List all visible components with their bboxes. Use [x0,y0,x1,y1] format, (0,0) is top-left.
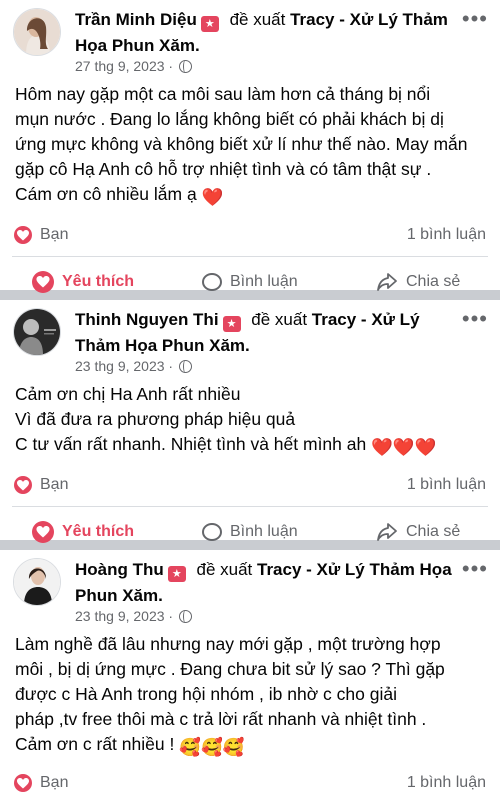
heart-icon[interactable] [14,774,32,792]
comment-label: Bình luận [230,523,298,540]
reaction-bar: Bạn 1 bình luận [0,764,500,804]
post-meta: 23 thg 9, 2023 · [75,358,192,374]
comment-button[interactable]: Bình luận [202,269,298,295]
post-header-text: Thinh Nguyen Thi ★ đề xuất Tracy - Xử Lý … [75,307,452,359]
post-line: gặp cô Hạ Anh cô hỗ trợ nhiệt tình và có… [15,159,432,179]
post-header: Trần Minh Diệu ★ đề xuất Tracy - Xử Lý Th… [0,0,500,82]
author-name[interactable]: Thinh Nguyen Thi [75,310,219,329]
recommend-star-icon: ★ [222,316,241,332]
post-line: mụn nước . Đang lo lắng không biết có ph… [15,109,444,129]
post-date[interactable]: 23 thg 9, 2023 [75,608,165,624]
comment-button[interactable]: Bình luận [202,519,298,545]
meta-separator: · [168,608,174,624]
review-post: Trần Minh Diệu ★ đề xuất Tracy - Xử Lý Th… [0,0,500,293]
comment-label: Bình luận [230,273,298,290]
post-body: Làm nghề đã lâu nhưng nay mới gặp , một … [0,632,500,760]
share-arrow-icon [377,523,397,541]
heart-emoji: ❤️❤️❤️ [371,437,437,457]
post-line-last: Cám ơn cô nhiều lắm ạ ❤️ [15,182,486,210]
share-arrow-icon [377,273,397,291]
post-header-text: Hoàng Thu ★ đề xuất Tracy - Xử Lý Thảm Họ… [75,557,452,609]
post-line: được c Hà Anh trong hội nhóm , ib nhờ c … [15,684,397,704]
like-button[interactable]: Yêu thích [32,269,134,295]
more-icon[interactable]: ••• [462,308,488,330]
avatar[interactable] [13,8,61,56]
heart-icon[interactable] [14,476,32,494]
post-header-text: Trần Minh Diệu ★ đề xuất Tracy - Xử Lý Th… [75,7,452,59]
review-post: Thinh Nguyen Thi ★ đề xuất Tracy - Xử Lý … [0,300,500,543]
review-post: Hoàng Thu ★ đề xuất Tracy - Xử Lý Thảm Họ… [0,550,500,800]
post-line: Cảm ơn chị Ha Anh rất nhiều [15,384,241,404]
avatar[interactable] [13,308,61,356]
post-line: Hôm nay gặp một ca môi sau làm hơn cả th… [15,84,431,104]
comment-bubble-icon [202,273,222,291]
recommend-text: đề xuất [251,310,308,329]
comment-bubble-icon [202,523,222,541]
author-name[interactable]: Trần Minh Diệu [75,10,197,29]
share-button[interactable]: Chia sẻ [376,519,460,545]
meta-separator: · [168,358,174,374]
smiling-face-with-hearts-emoji: 🥰🥰🥰 [179,737,245,757]
recommend-star-icon: ★ [167,566,186,582]
share-label: Chia sẻ [406,273,461,290]
post-meta: 27 thg 9, 2023 · [75,58,192,74]
post-body: Cảm ơn chị Ha Anh rất nhiều Vì đã đưa ra… [0,382,500,460]
comment-count[interactable]: 1 bình luận [407,226,486,244]
post-line: pháp ,tv free thôi mà c trả lời rất nhan… [15,709,427,729]
share-button[interactable]: Chia sẻ [376,269,460,295]
reaction-bar: Bạn 1 bình luận [0,216,500,256]
post-header: Hoàng Thu ★ đề xuất Tracy - Xử Lý Thảm Họ… [0,550,500,632]
heart-emoji: ❤️ [201,187,224,207]
recommend-star-icon: ★ [200,16,219,32]
like-button[interactable]: Yêu thích [32,519,134,545]
comment-count[interactable]: 1 bình luận [407,476,486,494]
share-label: Chia sẻ [406,523,461,540]
like-label: Yêu thích [62,273,135,290]
post-line: Cám ơn cô nhiều lắm ạ [15,184,197,204]
heart-icon [32,521,54,543]
recommend-text: đề xuất [229,10,286,29]
post-line: Cảm ơn c rất nhiều ! [15,734,175,754]
author-name[interactable]: Hoàng Thu [75,560,164,579]
post-date[interactable]: 23 thg 9, 2023 [75,358,165,374]
reaction-label[interactable]: Bạn [40,476,68,494]
more-icon[interactable]: ••• [462,558,488,580]
globe-icon [178,610,192,623]
post-line: ứng mực không và không biết xử lí như th… [15,134,468,154]
heart-icon [32,271,54,293]
reaction-bar: Bạn 1 bình luận [0,466,500,506]
reaction-label[interactable]: Bạn [40,774,68,792]
post-line-last: Cảm ơn c rất nhiều ! 🥰🥰🥰 [15,732,486,760]
post-meta: 23 thg 9, 2023 · [75,608,192,624]
comment-count[interactable]: 1 bình luận [407,774,486,792]
like-label: Yêu thích [62,523,135,540]
post-header: Thinh Nguyen Thi ★ đề xuất Tracy - Xử Lý … [0,300,500,382]
recommend-text: đề xuất [196,560,253,579]
globe-icon [178,60,192,73]
post-line: môi , bị dị ứng mực . Đang chưa bit sử l… [15,659,445,679]
heart-icon[interactable] [14,226,32,244]
meta-separator: · [168,58,174,74]
post-body: Hôm nay gặp một ca môi sau làm hơn cả th… [0,82,500,210]
post-line-last: C tư vấn rất nhanh. Nhiệt tình và hết mì… [15,432,486,460]
post-line: Vì đã đưa ra phương pháp hiệu quả [15,409,296,429]
more-icon[interactable]: ••• [462,8,488,30]
post-line: C tư vấn rất nhanh. Nhiệt tình và hết mì… [15,434,367,454]
reaction-label[interactable]: Bạn [40,226,68,244]
post-line: Làm nghề đã lâu nhưng nay mới gặp , một … [15,634,441,654]
globe-icon [178,360,192,373]
post-date[interactable]: 27 thg 9, 2023 [75,58,165,74]
avatar[interactable] [13,558,61,606]
feed: Trần Minh Diệu ★ đề xuất Tracy - Xử Lý Th… [0,0,500,800]
